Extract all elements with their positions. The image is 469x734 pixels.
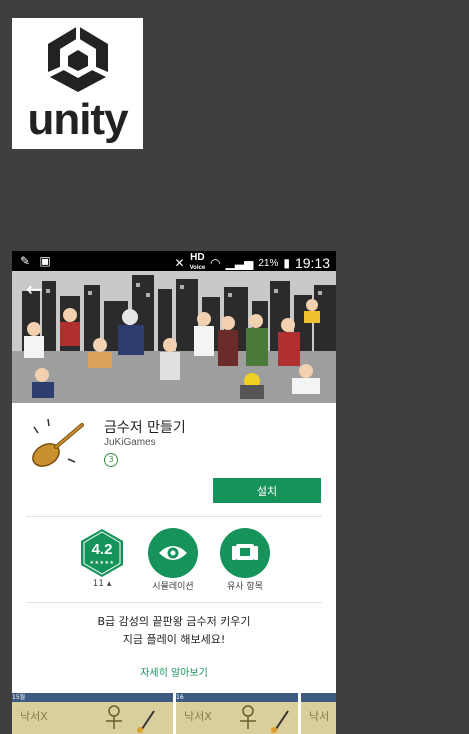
hero-illustration [12,271,336,403]
screenshot-thumb[interactable]: 16 낙서X [176,693,298,734]
stick-figure-icon [240,705,289,733]
hero-banner: ← [12,271,336,403]
rating-stars: ★★★★★ [89,560,115,566]
install-button[interactable]: 설치 [213,478,321,503]
screenshot-bar: 15월 [12,693,173,702]
similar-apps-icon [220,528,270,578]
unity-wordmark: unity [27,95,128,144]
similar-label: 유사 항목 [227,582,263,592]
read-more-link[interactable]: 자세히 알아보기 [12,664,336,679]
clock: 19:13 [294,255,330,271]
screenshot-text: 낙서X [184,710,212,723]
divider [26,602,322,603]
unity-cube-icon [48,26,108,92]
app-name: 금수저 만들기 [104,420,186,436]
rating-count: 11 ▴ [92,579,112,589]
screenshot-thumb[interactable]: 낙서 [301,693,336,734]
signal-icon: ▁▃▅ [225,256,254,270]
stick-figure-icon [106,705,155,733]
unity-logo: unity [12,18,143,149]
mute-icon: ✕ [174,256,185,270]
battery-percent: 21% [258,257,279,269]
screenshot-bar [301,693,336,702]
screenshot-thumb[interactable]: 15월 낙서X [12,693,173,734]
content-rating-badge: 3 [104,453,118,467]
description-line-2: 지금 플레이 해보세요! [122,633,226,646]
edit-icon: ✎ [20,254,31,268]
phone-screenshot: ✎ ▣ ✕ HD Voice ◠ ▁▃▅ 21% ▮ 19:13 ← 금수저 만… [12,251,336,734]
status-left-icons: ✎ ▣ [20,254,51,268]
category-badge[interactable] [147,527,199,579]
rating-value: 4.2 [91,541,113,558]
golden-spoon-icon [32,418,84,467]
wifi-icon: ◠ [210,256,221,270]
notification-icon: ▣ [39,254,51,268]
screenshot-text: 낙서X [20,710,48,723]
status-bar: ✎ ▣ ✕ HD Voice ◠ ▁▃▅ 21% ▮ 19:13 [12,251,336,271]
battery-icon: ▮ [283,256,290,270]
eye-icon [148,528,198,578]
similar-badge[interactable] [219,527,271,579]
screenshot-text: 낙서 [309,710,330,723]
developer-link[interactable]: JuKiGames [104,437,156,448]
back-arrow-icon[interactable]: ← [26,279,43,299]
hd-voice-icon: HD Voice [189,252,206,272]
category-label: 시뮬레이션 [152,582,194,592]
app-icon [26,413,88,475]
divider [26,516,322,517]
rating-badge[interactable]: 4.2 ★★★★★ [76,527,128,579]
screenshot-strip[interactable]: 15월 낙서X 16 낙서X 낙서 [12,693,336,734]
description-line-1: B급 감성의 끝판왕 금수저 키우기 [97,615,251,628]
screenshot-bar: 16 [176,693,298,702]
status-right: ✕ HD Voice ◠ ▁▃▅ 21% ▮ 19:13 [175,253,330,273]
